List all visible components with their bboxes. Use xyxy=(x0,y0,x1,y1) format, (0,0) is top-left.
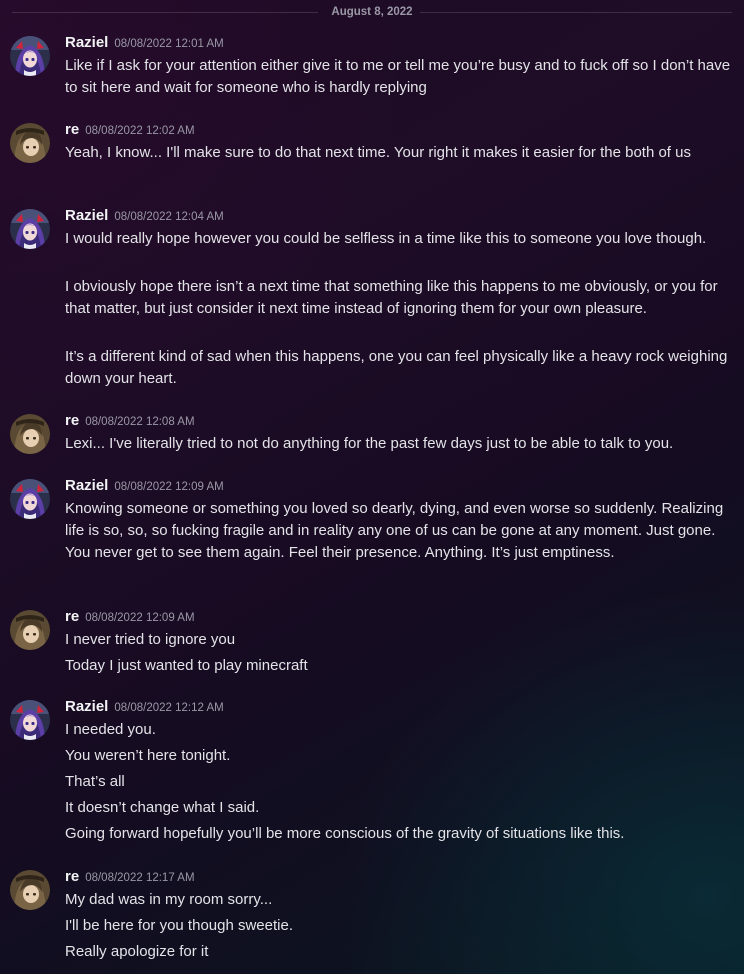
timestamp: 08/08/2022 12:09 AM xyxy=(114,481,224,493)
timestamp: 08/08/2022 12:01 AM xyxy=(114,38,224,50)
message-header: Raziel 08/08/2022 12:01 AM xyxy=(65,33,224,53)
divider-line-right xyxy=(420,12,732,13)
message-header: Raziel 08/08/2022 12:09 AM xyxy=(65,476,224,496)
anime-character-avatar-icon[interactable] xyxy=(10,870,50,910)
username[interactable]: Raziel xyxy=(65,698,108,715)
message-text: Knowing someone or something you loved s… xyxy=(65,500,724,561)
timestamp: 08/08/2022 12:02 AM xyxy=(85,125,195,137)
anime-girl-avatar-icon[interactable] xyxy=(10,700,50,740)
username[interactable]: Raziel xyxy=(65,34,108,51)
message-header: Raziel 08/08/2022 12:04 AM xyxy=(65,206,224,226)
message-text: My dad was in my room sorry... xyxy=(65,891,273,908)
message-text: I needed you. xyxy=(65,721,156,738)
timestamp: 08/08/2022 12:08 AM xyxy=(85,416,195,428)
anime-girl-avatar-icon[interactable] xyxy=(10,209,50,249)
username[interactable]: re xyxy=(65,608,79,625)
message-text: Going forward hopefully you’ll be more c… xyxy=(65,825,625,842)
username[interactable]: re xyxy=(65,412,79,429)
message-text: That’s all xyxy=(65,773,125,790)
date-divider: August 8, 2022 xyxy=(0,0,744,24)
message-text: I would really hope however you could be… xyxy=(65,230,707,247)
message-text: Lexi... I've literally tried to not do a… xyxy=(65,435,674,452)
timestamp: 08/08/2022 12:04 AM xyxy=(114,211,224,223)
message-header: re 08/08/2022 12:09 AM xyxy=(65,607,195,627)
anime-girl-avatar-icon[interactable] xyxy=(10,479,50,519)
timestamp: 08/08/2022 12:09 AM xyxy=(85,612,195,624)
message-text: I obviously hope there isn’t a next time… xyxy=(65,278,718,317)
message-text: Yeah, I know... I'll make sure to do tha… xyxy=(65,144,691,161)
username[interactable]: Raziel xyxy=(65,207,108,224)
timestamp: 08/08/2022 12:12 AM xyxy=(114,702,224,714)
username[interactable]: re xyxy=(65,121,79,138)
message-text: You weren’t here tonight. xyxy=(65,747,231,764)
message-header: re 08/08/2022 12:08 AM xyxy=(65,411,195,431)
message-text: Like if I ask for your attention either … xyxy=(65,57,731,96)
timestamp: 08/08/2022 12:17 AM xyxy=(85,872,195,884)
anime-character-avatar-icon[interactable] xyxy=(10,414,50,454)
username[interactable]: Raziel xyxy=(65,477,108,494)
message-header: re 08/08/2022 12:17 AM xyxy=(65,867,195,887)
anime-girl-avatar-icon[interactable] xyxy=(10,36,50,76)
message-text: It’s a different kind of sad when this h… xyxy=(65,348,728,387)
message-text: Really apologize for it xyxy=(65,943,209,960)
message-text: It doesn’t change what I said. xyxy=(65,799,260,816)
message-text: I'll be here for you though sweetie. xyxy=(65,917,294,934)
username[interactable]: re xyxy=(65,868,79,885)
anime-character-avatar-icon[interactable] xyxy=(10,610,50,650)
anime-character-avatar-icon[interactable] xyxy=(10,123,50,163)
message-text: Today I just wanted to play minecraft xyxy=(65,657,308,674)
message-header: re 08/08/2022 12:02 AM xyxy=(65,120,195,140)
message-text: I never tried to ignore you xyxy=(65,631,236,648)
message-header: Raziel 08/08/2022 12:12 AM xyxy=(65,697,224,717)
